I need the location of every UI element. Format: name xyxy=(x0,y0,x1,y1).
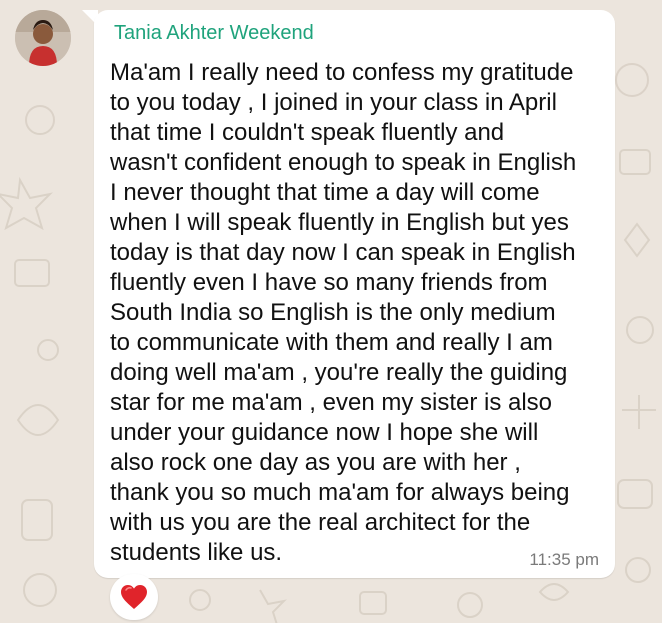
message-line: when I will speak fluently in English bu… xyxy=(110,209,569,236)
message-line: with us you are the real architect for t… xyxy=(110,509,531,536)
message-line: today is that day now I can speak in Eng… xyxy=(110,239,576,266)
sender-name[interactable]: Tania Akhter Weekend xyxy=(114,22,314,45)
message-line: thank you so much ma'am for always being xyxy=(110,479,570,506)
message-bubble[interactable]: Tania Akhter Weekend Ma'am I really need… xyxy=(94,10,615,578)
message-line: to communicate with them and really I am xyxy=(110,329,553,356)
reaction-badge[interactable] xyxy=(110,574,158,620)
message-line: fluently even I have so many friends fro… xyxy=(110,269,548,296)
message-line: wasn't confident enough to speak in Engl… xyxy=(110,149,577,176)
message-text: Ma'am I really need to confess my gratit… xyxy=(110,58,605,568)
message-timestamp: 11:35 pm xyxy=(529,550,599,569)
message-line: Ma'am I really need to confess my gratit… xyxy=(110,59,574,86)
red-heart-icon xyxy=(121,585,147,609)
message-line: that time I couldn't speak fluently and xyxy=(110,119,505,146)
message-line: under your guidance now I hope she will xyxy=(110,419,539,446)
message-line: I never thought that time a day will com… xyxy=(110,179,540,206)
message-line: also rock one day as you are with her , xyxy=(110,449,521,476)
message-line: South India so English is the only mediu… xyxy=(110,299,556,326)
message-line: doing well ma'am , you're really the gui… xyxy=(110,359,568,386)
message-line: to you today , I joined in your class in… xyxy=(110,89,557,116)
profile-photo-icon xyxy=(15,10,71,66)
sender-avatar[interactable] xyxy=(15,10,71,66)
message-line: star for me ma'am , even my sister is al… xyxy=(110,389,553,416)
